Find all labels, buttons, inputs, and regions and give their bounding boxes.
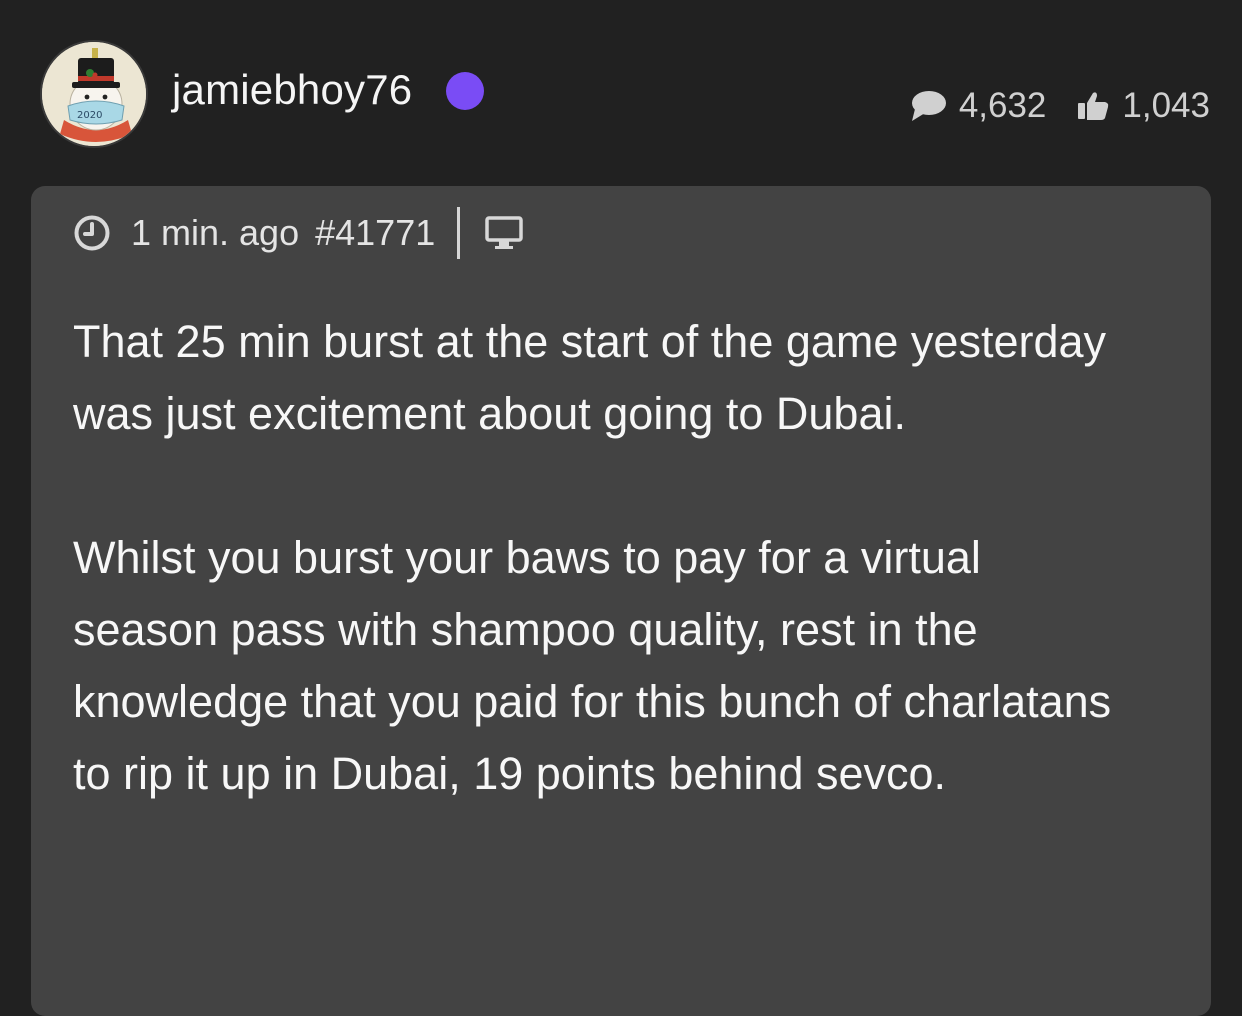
comment-count[interactable]: 4,632 bbox=[909, 86, 1047, 126]
user-stats: 4,632 1,043 bbox=[909, 86, 1210, 126]
post-paragraph: That 25 min burst at the start of the ga… bbox=[73, 316, 1107, 439]
thumbs-up-icon bbox=[1078, 92, 1109, 120]
post-card: 1 min. ago #41771 That 25 min burst at t… bbox=[31, 186, 1211, 1016]
like-count[interactable]: 1,043 bbox=[1076, 86, 1210, 126]
post-paragraph: Whilst you burst your baws to pay for a … bbox=[73, 532, 1112, 799]
meta-divider bbox=[457, 207, 461, 259]
post-body: That 25 min burst at the start of the ga… bbox=[73, 306, 1133, 810]
post-meta: 1 min. ago #41771 bbox=[73, 206, 524, 260]
post-header: 2020 jamiebhoy76 4,632 1,043 bbox=[0, 0, 1242, 186]
online-status-dot bbox=[446, 72, 484, 110]
desktop-icon bbox=[485, 216, 523, 249]
post-time: 1 min. ago bbox=[131, 212, 300, 253]
speech-bubble-icon bbox=[911, 91, 946, 121]
svg-text:2020: 2020 bbox=[77, 110, 102, 121]
post-number[interactable]: #41771 bbox=[315, 212, 435, 254]
clock-icon bbox=[74, 215, 110, 251]
username[interactable]: jamiebhoy76 bbox=[172, 66, 412, 114]
snowman-avatar-icon: 2020 bbox=[42, 42, 146, 146]
like-count-value: 1,043 bbox=[1122, 86, 1210, 125]
comment-count-value: 4,632 bbox=[958, 86, 1047, 125]
user-avatar[interactable]: 2020 bbox=[40, 40, 148, 148]
